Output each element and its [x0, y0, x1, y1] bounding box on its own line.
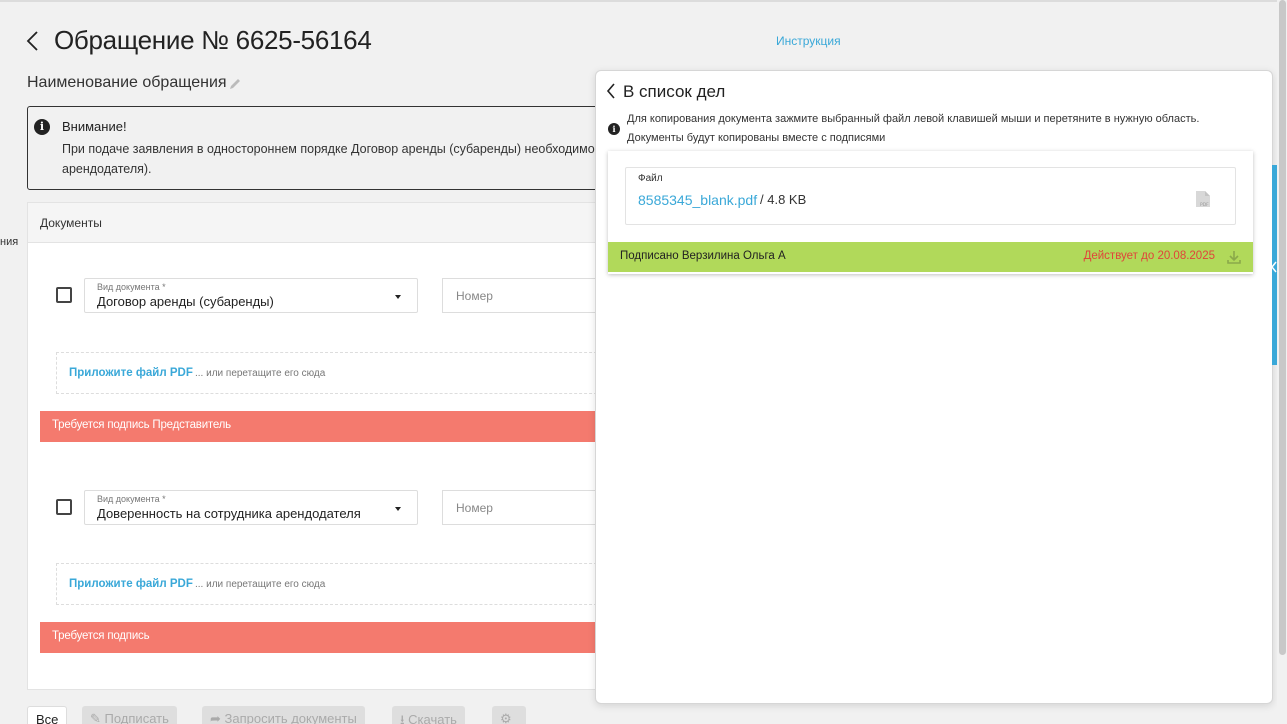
filter-all-button[interactable]: Все [27, 706, 68, 724]
pdf-file-icon: PDF [1196, 191, 1210, 208]
document-checkbox[interactable] [56, 287, 72, 303]
sign-label: Подписать [104, 711, 169, 724]
file-label: Файл [638, 173, 663, 184]
attention-text-line2: арендодателя). [62, 162, 152, 176]
request-subject: Наименование обращения [27, 74, 227, 91]
dropdown-caret-icon [395, 507, 401, 511]
download-icon: ⭳ [400, 712, 409, 724]
pencil-icon[interactable] [228, 77, 242, 91]
attach-pdf-link[interactable]: Приложите файл PDF [69, 367, 193, 379]
file-drop-zone[interactable]: Приложите файл PDF ... или перетащите ег… [56, 352, 612, 394]
attach-pdf-link[interactable]: Приложите файл PDF [69, 578, 193, 590]
signature-required-bar: Требуется подпись [40, 622, 600, 653]
signed-by: Подписано Верзилина Ольга А [620, 250, 786, 262]
settings-button[interactable]: ⚙ [492, 706, 526, 724]
file-name-link[interactable]: 8585345_blank.pdf [638, 192, 757, 208]
download-label: Скачать [408, 712, 457, 724]
documents-header: Документы [28, 203, 626, 243]
attention-text-line1: При подаче заявления в одностороннем пор… [62, 142, 622, 156]
document-number-input[interactable]: Номер [442, 278, 612, 313]
info-icon: i [608, 123, 620, 135]
request-documents-button[interactable]: ➦ Запросить документы [202, 706, 365, 724]
instruction-link[interactable]: Инструкция [776, 34, 841, 48]
documents-card: Документы Вид документа * Договор аренды… [27, 202, 627, 690]
info-icon: i [34, 119, 50, 135]
scrollbar-thumb[interactable] [1279, 0, 1286, 655]
document-number-input[interactable]: Номер [442, 490, 612, 525]
attention-notice: i Внимание! При подаче заявления в однос… [27, 106, 627, 190]
back-to-list-link[interactable]: В список дел [623, 82, 725, 102]
file-card[interactable]: Файл 8585345_blank.pdf / 4.8 KB PDF Подп… [608, 151, 1253, 274]
document-item: Вид документа * Договор аренды (субаренд… [40, 255, 612, 443]
copy-hint: Для копирования документа зажмите выбран… [627, 113, 1200, 144]
file-box[interactable]: Файл 8585345_blank.pdf / 4.8 KB PDF [625, 167, 1236, 225]
document-type-value: Доверенность на сотрудника арендодателя [97, 506, 361, 521]
document-type-select[interactable]: Вид документа * Договор аренды (субаренд… [84, 278, 418, 313]
file-size: / 4.8 KB [760, 192, 807, 207]
document-type-select[interactable]: Вид документа * Доверенность на сотрудни… [84, 490, 418, 525]
document-type-label: Вид документа * [97, 494, 166, 504]
top-divider [0, 0, 1287, 2]
dropdown-caret-icon [395, 295, 401, 299]
share-icon: ➦ [210, 711, 225, 724]
drop-hint: ... или перетащите его сюда [195, 368, 326, 379]
signature-bar: Подписано Верзилина Ольга А Действует до… [608, 242, 1253, 272]
back-chevron-icon[interactable] [25, 30, 41, 52]
file-drop-zone[interactable]: Приложите файл PDF ... или перетащите ег… [56, 563, 612, 605]
download-icon[interactable] [1227, 250, 1241, 264]
svg-text:PDF: PDF [1200, 202, 1209, 208]
sign-button[interactable]: ✎ Подписать [82, 706, 177, 724]
document-type-value: Договор аренды (субаренды) [97, 294, 274, 309]
back-chevron-icon[interactable] [606, 83, 616, 99]
signature-required-bar: Требуется подпись Представитель [40, 411, 600, 442]
drop-hint: ... или перетащите его сюда [195, 579, 326, 590]
document-checkbox[interactable] [56, 499, 72, 515]
request-label: Запросить документы [224, 711, 357, 724]
task-panel: В список дел i Для копирования документа… [595, 70, 1273, 704]
download-button[interactable]: ⭳ Скачать [392, 706, 465, 724]
clipped-side-label: ния [0, 236, 19, 248]
document-type-label: Вид документа * [97, 282, 166, 292]
page-title: Обращение № 6625-56164 [54, 25, 372, 55]
attention-title: Внимание! [62, 119, 127, 134]
signature-valid-until: Действует до 20.08.2025 [1083, 250, 1215, 262]
attention-text: При подаче заявления в одностороннем пор… [62, 139, 622, 179]
gear-icon: ⚙ [500, 711, 512, 724]
sign-icon: ✎ [90, 711, 105, 724]
document-item: Вид документа * Доверенность на сотрудни… [40, 466, 612, 654]
